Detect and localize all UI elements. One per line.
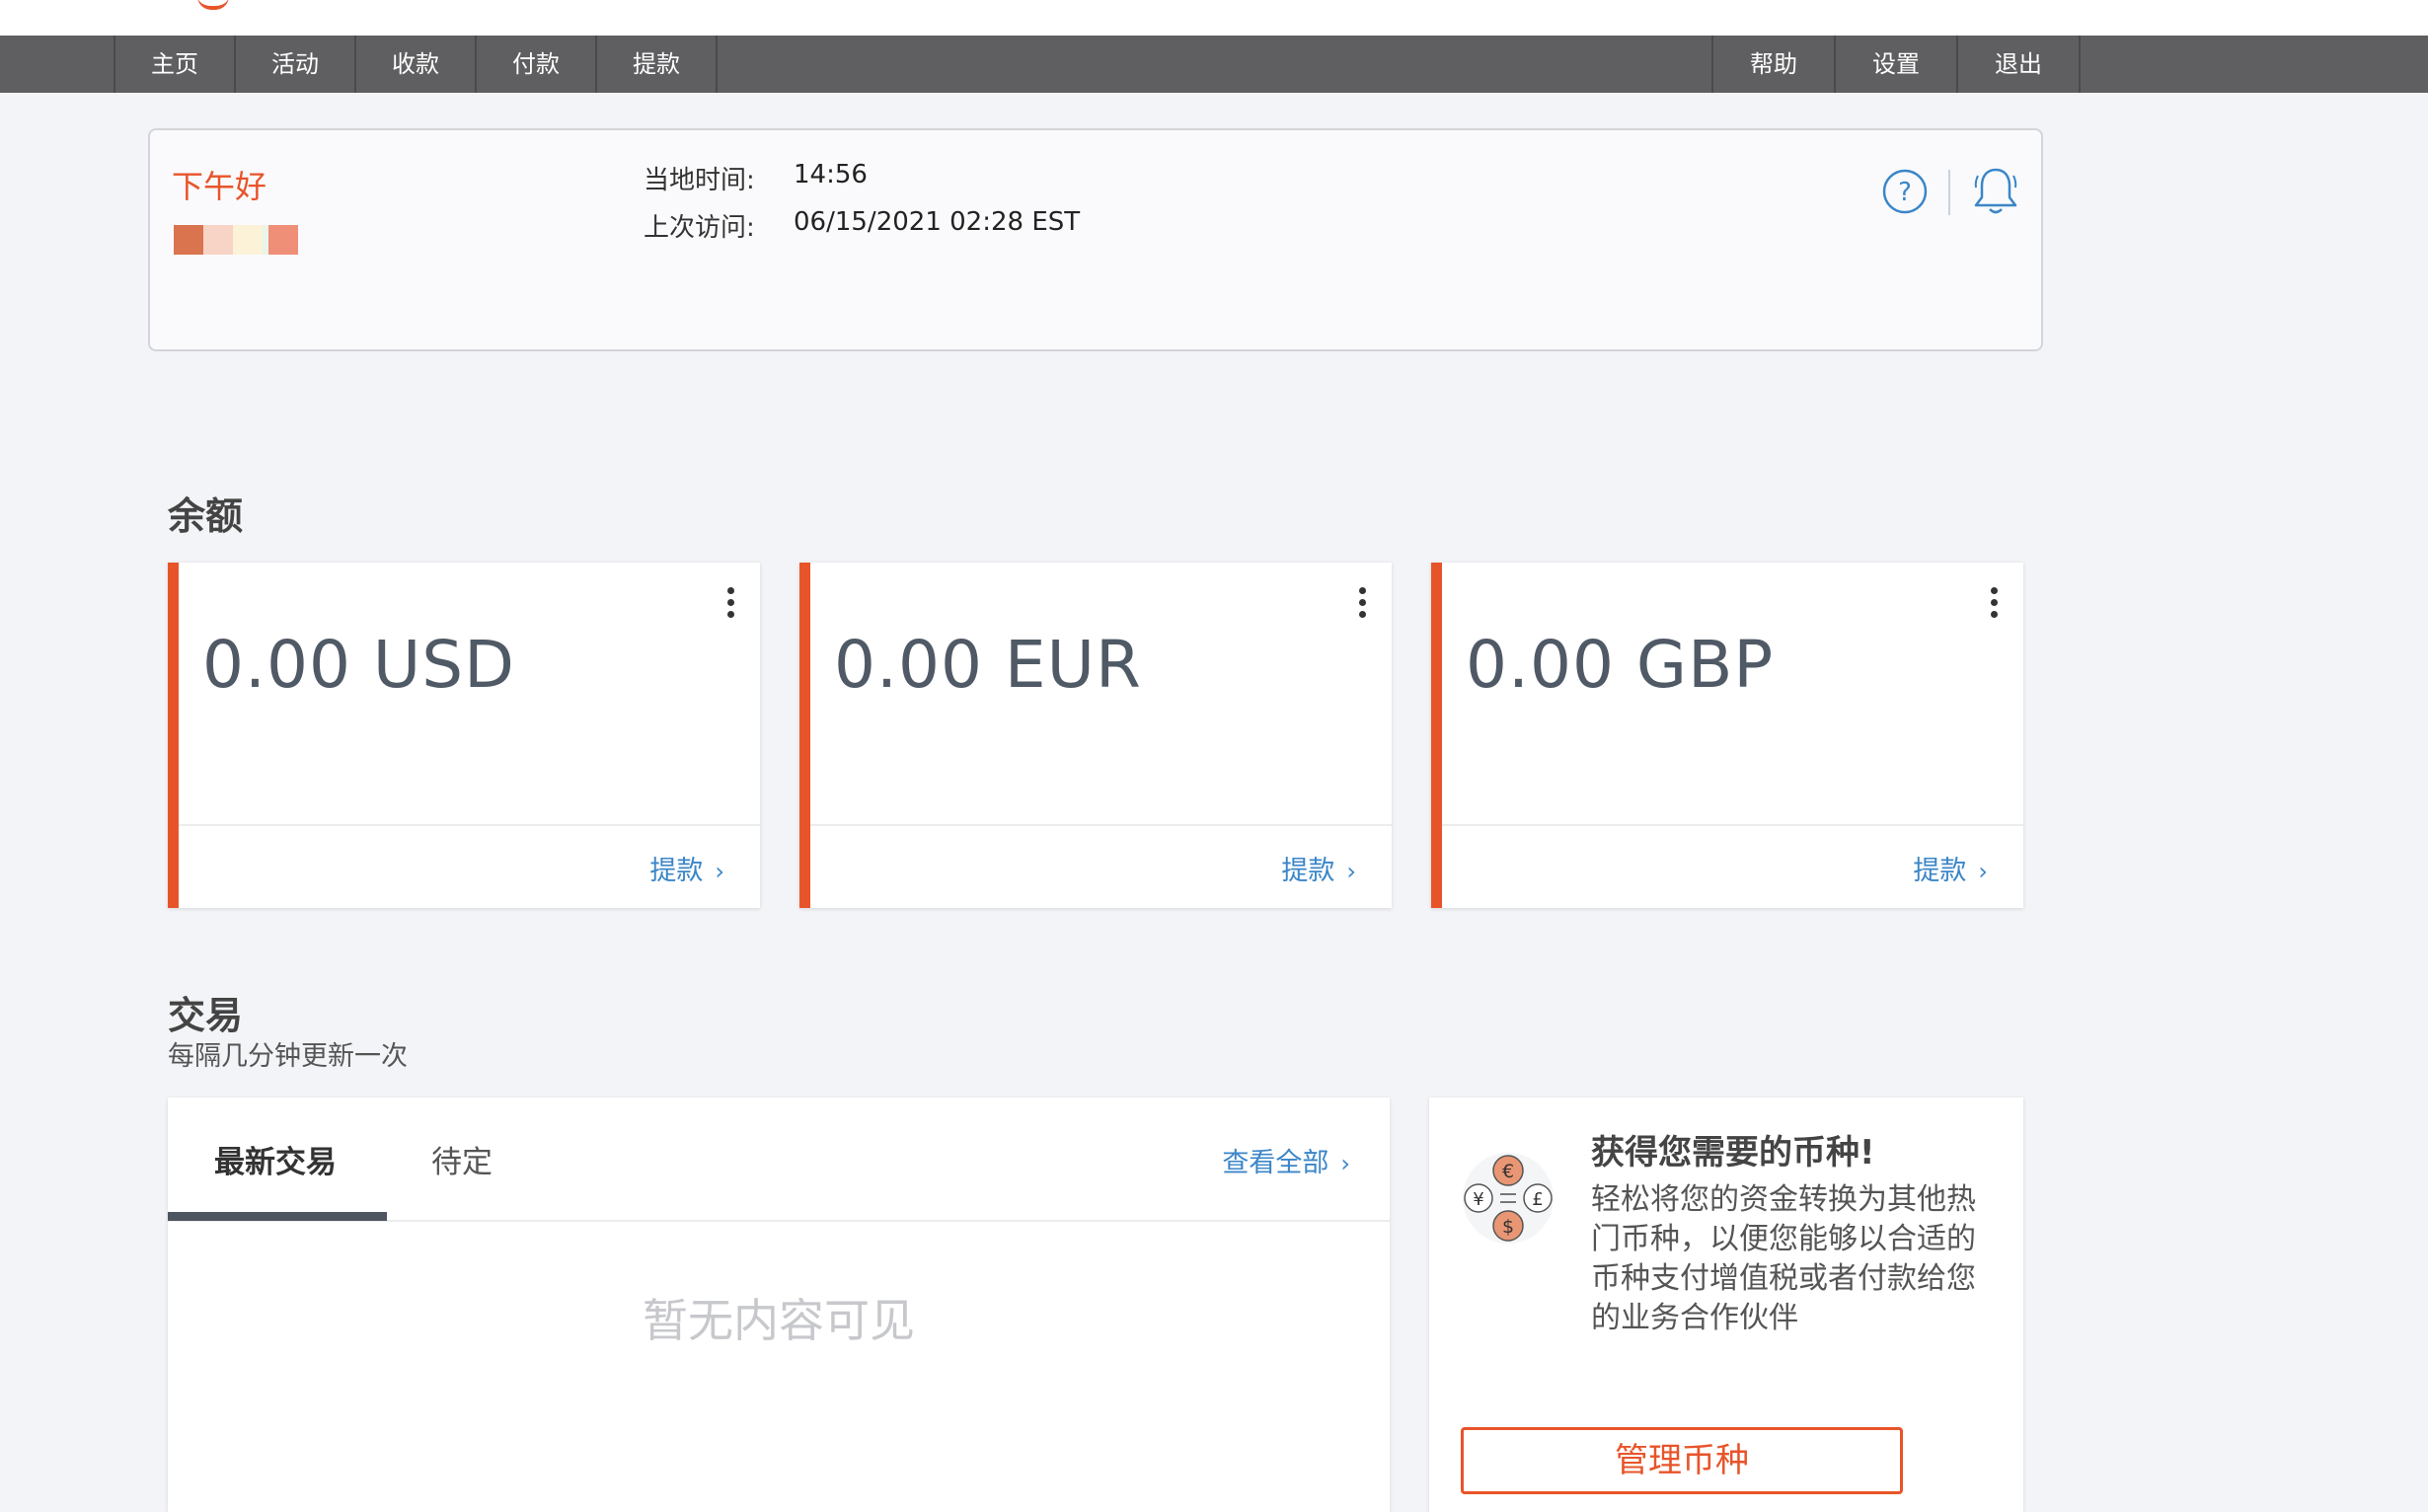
last-visit-value: 06/15/2021 02:28 EST [794, 207, 1081, 237]
accent-bar [799, 563, 810, 908]
nav-home[interactable]: 主页 [114, 36, 234, 93]
svg-text:$: $ [1502, 1216, 1514, 1238]
svg-text:€: € [1502, 1161, 1514, 1182]
chevron-right-icon: › [1346, 858, 1356, 885]
card-divider [1442, 824, 2023, 826]
withdraw-link[interactable]: 提款 › [649, 849, 724, 887]
welcome-card: 下午好 当地时间: 14:56 上次访问: 06/15/2021 02:28 E… [148, 128, 2043, 351]
more-options-icon[interactable] [1352, 584, 1372, 626]
manage-currencies-button[interactable]: 管理币种 [1461, 1427, 1903, 1494]
balance-amount: 0.00 EUR [834, 627, 1142, 703]
accent-bar [168, 563, 179, 908]
withdraw-link[interactable]: 提款 › [1281, 849, 1356, 887]
more-options-icon[interactable] [721, 584, 740, 626]
main-nav: 主页 活动 收款 付款 提款 帮助 设置 退出 [0, 36, 2428, 93]
balance-card-eur: 0.00 EUR 提款 › [799, 563, 1392, 908]
card-divider [179, 824, 760, 826]
transactions-subtitle: 每隔几分钟更新一次 [168, 1041, 408, 1072]
balance-amount: 0.00 GBP [1466, 627, 1775, 703]
withdraw-label: 提款 [1281, 856, 1335, 886]
chevron-right-icon: › [1978, 858, 1988, 885]
svg-text:?: ? [1898, 178, 1912, 207]
view-all-link[interactable]: 查看全部 › [1222, 1141, 1350, 1179]
promo-description: 轻松将您的资金转换为其他热门币种，以便您能够以合适的币种支付增值税或者付款给您的… [1591, 1182, 1976, 1335]
withdraw-label: 提款 [649, 856, 704, 886]
balance-amount: 0.00 USD [202, 627, 515, 703]
bell-icon[interactable] [1970, 164, 2021, 221]
help-circle-icon[interactable]: ? [1881, 168, 1929, 219]
empty-state-text: 暂无内容可见 [643, 1294, 915, 1347]
withdraw-link[interactable]: 提款 › [1913, 849, 1988, 887]
withdraw-label: 提款 [1913, 856, 1967, 886]
card-divider [810, 824, 1392, 826]
greeting-text: 下午好 [172, 168, 267, 205]
tab-pending[interactable]: 待定 [431, 1137, 493, 1181]
nav-help[interactable]: 帮助 [1711, 36, 1834, 93]
user-name-redacted [174, 225, 371, 280]
svg-text:¥: ¥ [1473, 1189, 1483, 1210]
brand-logo [197, 0, 229, 10]
nav-divider [2079, 36, 2081, 93]
nav-logout[interactable]: 退出 [1956, 36, 2079, 93]
last-visit-label: 上次访问: [644, 213, 755, 243]
chevron-right-icon: › [1340, 1150, 1350, 1177]
active-tab-indicator [168, 1212, 387, 1221]
nav-divider [716, 36, 718, 93]
transactions-title: 交易 [168, 994, 244, 1037]
accent-bar [1431, 563, 1442, 908]
currency-promo-card: € ¥ £ $ 获得您需要的币种! 轻松将您的资金转换为其他热门币种，以便您能够… [1429, 1097, 2023, 1512]
chevron-right-icon: › [715, 858, 724, 885]
balance-card-gbp: 0.00 GBP 提款 › [1431, 563, 2023, 908]
svg-text:£: £ [1532, 1189, 1543, 1210]
local-time-value: 14:56 [794, 160, 868, 189]
tab-recent[interactable]: 最新交易 [214, 1137, 337, 1181]
currency-exchange-icon: € ¥ £ $ [1457, 1145, 1559, 1251]
icon-divider [1948, 170, 1950, 215]
nav-withdraw[interactable]: 提款 [595, 36, 716, 93]
local-time-label: 当地时间: [644, 166, 755, 195]
balances-title: 余额 [168, 494, 244, 538]
view-all-label: 查看全部 [1222, 1148, 1329, 1178]
promo-title: 获得您需要的币种! [1591, 1133, 1875, 1172]
balance-card-usd: 0.00 USD 提款 › [168, 563, 760, 908]
nav-pay[interactable]: 付款 [475, 36, 595, 93]
nav-receive[interactable]: 收款 [354, 36, 475, 93]
nav-settings[interactable]: 设置 [1834, 36, 1956, 93]
top-strip [0, 0, 2428, 36]
more-options-icon[interactable] [1984, 584, 2004, 626]
nav-activity[interactable]: 活动 [234, 36, 354, 93]
transactions-card: 最新交易 待定 查看全部 › 暂无内容可见 [168, 1097, 1390, 1512]
